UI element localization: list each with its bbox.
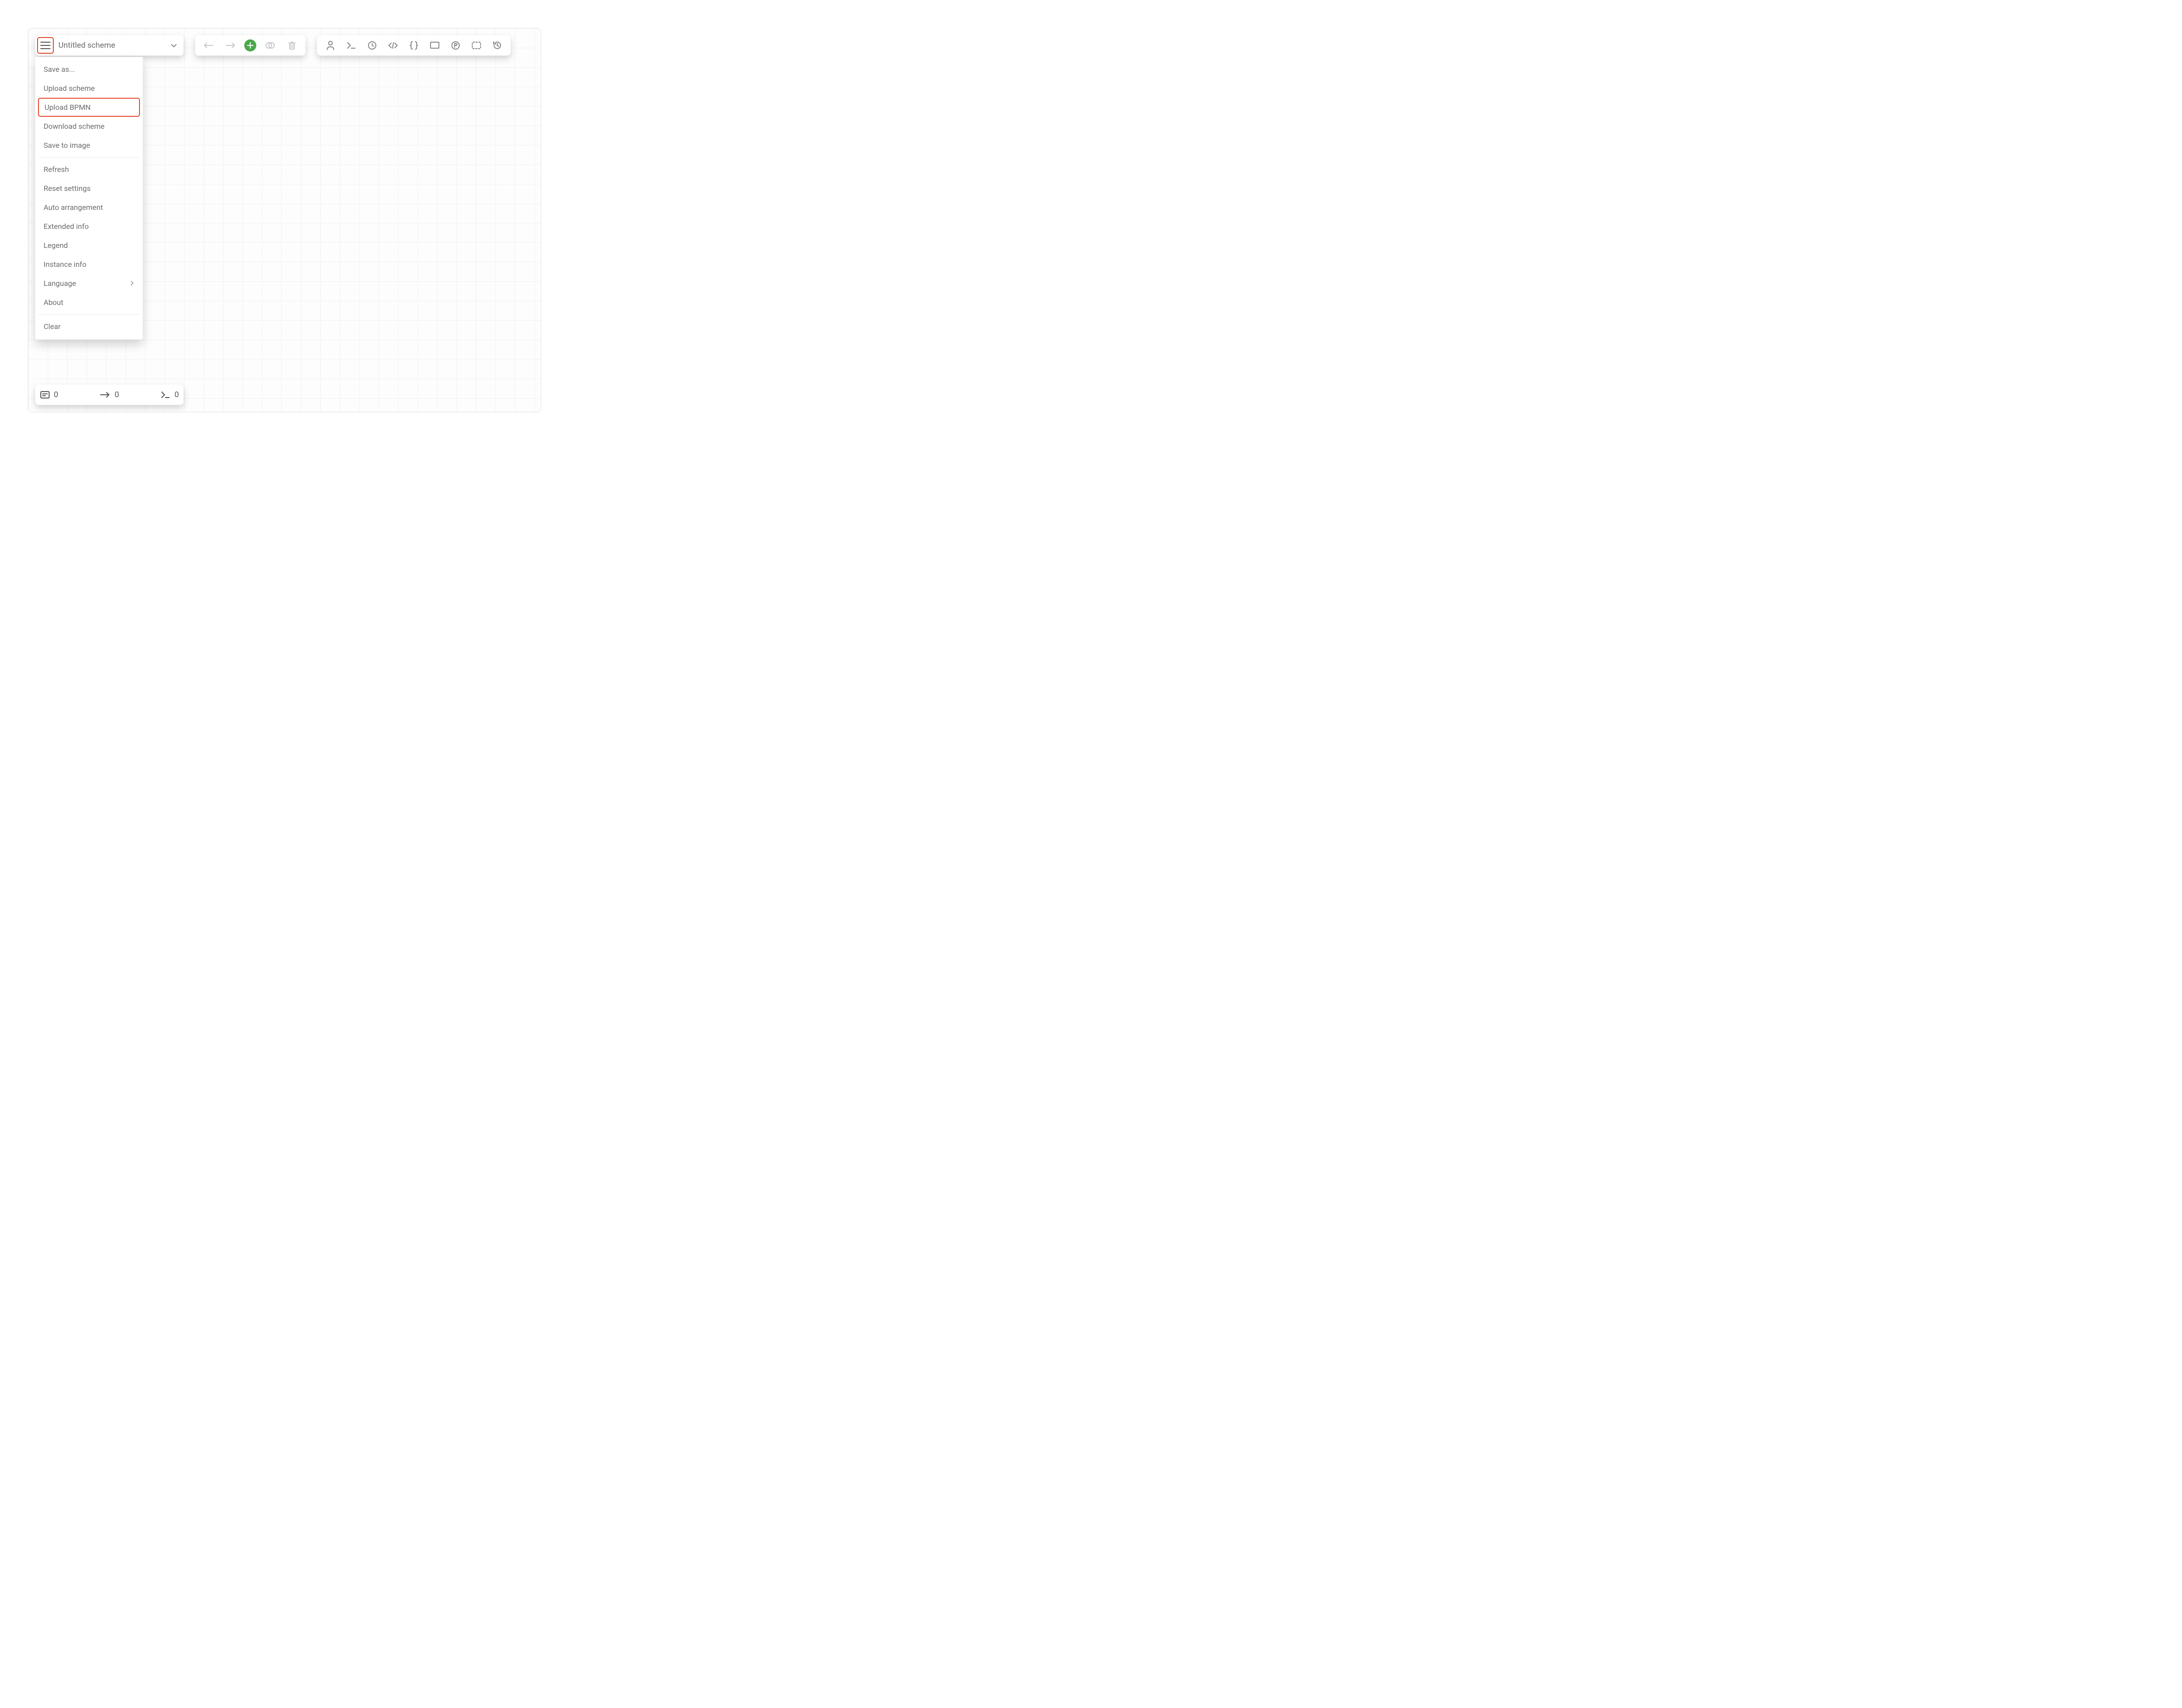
menu-language-label: Language xyxy=(44,279,76,288)
history-icon xyxy=(492,40,502,51)
menu-instance-info[interactable]: Instance info xyxy=(38,255,140,274)
arrow-right-icon xyxy=(100,392,111,398)
parameters-button[interactable] xyxy=(406,38,422,53)
menu-icon xyxy=(40,41,51,50)
scheme-dropdown-button[interactable] xyxy=(166,38,182,53)
transitions-count: 0 xyxy=(114,390,119,399)
menu-reset-settings[interactable]: Reset settings xyxy=(38,179,140,198)
redo-icon xyxy=(225,41,235,50)
copy-icon xyxy=(265,41,275,50)
menu-extended-info[interactable]: Extended info xyxy=(38,217,140,236)
tools-toolbar xyxy=(317,35,511,56)
localization-button[interactable] xyxy=(427,38,443,53)
copy-button[interactable] xyxy=(262,38,278,53)
select-dashed-icon xyxy=(471,41,482,50)
create-activity-button[interactable] xyxy=(244,39,256,51)
main-menu-dropdown: Save as... Upload scheme Upload BPMN Dow… xyxy=(35,57,143,340)
menu-upload-scheme[interactable]: Upload scheme xyxy=(38,79,140,98)
delete-button[interactable] xyxy=(284,38,300,53)
commands-button[interactable] xyxy=(343,38,359,53)
plus-icon xyxy=(247,42,254,49)
scheme-name-input[interactable]: Untitled scheme xyxy=(54,41,166,50)
timers-button[interactable] xyxy=(364,38,380,53)
menu-divider xyxy=(38,157,140,158)
menu-download-scheme[interactable]: Download scheme xyxy=(38,117,140,136)
menu-refresh[interactable]: Refresh xyxy=(38,160,140,179)
process-info-button[interactable] xyxy=(448,38,463,53)
menu-legend[interactable]: Legend xyxy=(38,236,140,255)
terminal-icon xyxy=(346,41,356,50)
menu-auto-arrangement[interactable]: Auto arrangement xyxy=(38,198,140,217)
trash-icon xyxy=(287,41,297,50)
menu-save-as[interactable]: Save as... xyxy=(38,60,140,79)
menu-button[interactable] xyxy=(37,37,54,54)
undo-button[interactable] xyxy=(201,38,216,53)
terminal-icon xyxy=(160,391,171,399)
circled-p-icon xyxy=(451,41,460,50)
edit-toolbar xyxy=(195,35,305,56)
braces-icon xyxy=(409,41,419,50)
menu-language[interactable]: Language xyxy=(38,274,140,293)
logs-button[interactable] xyxy=(489,38,505,53)
code-actions-button[interactable] xyxy=(385,38,401,53)
redo-button[interactable] xyxy=(222,38,238,53)
chevron-down-icon xyxy=(170,42,178,49)
menu-about[interactable]: About xyxy=(38,293,140,312)
inline-button[interactable] xyxy=(469,38,484,53)
person-icon xyxy=(326,40,335,51)
status-bar: 0 0 0 xyxy=(35,385,184,405)
activity-icon xyxy=(40,391,50,399)
menu-upload-bpmn[interactable]: Upload BPMN xyxy=(38,98,140,117)
status-activities: 0 xyxy=(40,390,58,399)
chevron-right-icon xyxy=(130,279,134,288)
scheme-toolbar: Untitled scheme xyxy=(35,35,184,56)
menu-divider xyxy=(38,314,140,315)
commands-count: 0 xyxy=(174,390,179,399)
menu-clear[interactable]: Clear xyxy=(38,317,140,336)
actors-button[interactable] xyxy=(323,38,338,53)
code-icon xyxy=(387,41,399,50)
clock-icon xyxy=(368,41,377,50)
menu-save-to-image[interactable]: Save to image xyxy=(38,136,140,155)
app-frame: Untitled scheme xyxy=(28,28,541,412)
comment-icon xyxy=(430,41,440,50)
activities-count: 0 xyxy=(54,390,58,399)
status-transitions: 0 xyxy=(100,390,119,399)
status-commands: 0 xyxy=(160,390,179,399)
undo-icon xyxy=(203,41,214,50)
